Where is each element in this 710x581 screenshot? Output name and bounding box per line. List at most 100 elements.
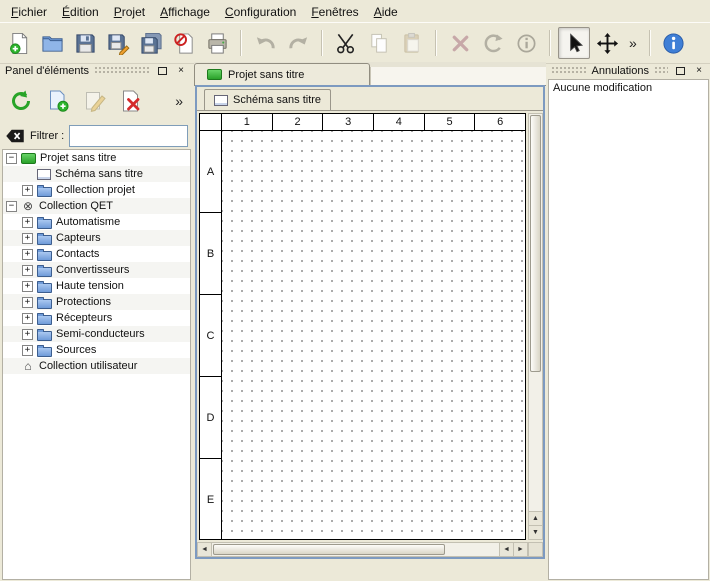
info-icon xyxy=(515,32,538,55)
delete-element-button[interactable] xyxy=(116,85,148,117)
tree-item-semi-conducteurs[interactable]: + Semi-conducteurs xyxy=(3,326,190,342)
undo-list[interactable]: Aucune modification xyxy=(548,79,709,580)
tree-item-sources[interactable]: + Sources xyxy=(3,342,190,358)
undo-dock-titlebar[interactable]: Annulations × xyxy=(548,62,709,79)
column-header: 3 xyxy=(323,114,374,130)
scrollbar-track[interactable] xyxy=(529,373,542,511)
menu-aide[interactable]: Aide xyxy=(367,2,405,21)
expand-icon[interactable]: + xyxy=(22,265,33,276)
open-file-button[interactable] xyxy=(36,27,68,59)
scroll-left-button[interactable]: ◄ xyxy=(198,543,212,556)
dock-title: Annulations xyxy=(592,65,650,77)
new-file-button[interactable] xyxy=(3,27,35,59)
tree-item-schema-sans-titre[interactable]: Schéma sans titre xyxy=(3,166,190,182)
tree-item-projet-sans-titre[interactable]: − Projet sans titre xyxy=(3,150,190,166)
expand-icon[interactable]: + xyxy=(22,281,33,292)
undo-list-item[interactable]: Aucune modification xyxy=(553,82,704,94)
row-header: A xyxy=(200,131,221,213)
delete-button xyxy=(444,27,476,59)
cut-button[interactable] xyxy=(330,27,362,59)
column-ruler: 1 2 3 4 5 6 xyxy=(222,114,525,131)
folder-icon xyxy=(37,299,52,309)
arrow-cursor-icon xyxy=(563,32,586,55)
expand-icon[interactable]: + xyxy=(22,345,33,356)
expand-icon[interactable]: + xyxy=(22,185,33,196)
menu-affichage[interactable]: Affichage xyxy=(153,2,217,21)
diagram-view: 1 2 3 4 5 6 A B C D E xyxy=(197,111,543,557)
menu-edition[interactable]: Édition xyxy=(55,2,106,21)
save-button[interactable] xyxy=(69,27,101,59)
save-all-button[interactable] xyxy=(135,27,167,59)
menu-projet[interactable]: Projet xyxy=(107,2,152,21)
print-button[interactable] xyxy=(201,27,233,59)
open-folder-icon xyxy=(41,32,64,55)
expand-icon[interactable]: + xyxy=(22,313,33,324)
panel-overflow-button[interactable]: » xyxy=(170,93,188,109)
tab-schema-sans-titre[interactable]: Schéma sans titre xyxy=(204,89,331,110)
tree-item-contacts[interactable]: + Contacts xyxy=(3,246,190,262)
element-info-button xyxy=(510,27,542,59)
clear-filter-button[interactable] xyxy=(5,128,25,144)
close-dock-button[interactable]: × xyxy=(692,64,706,77)
dock-handle[interactable] xyxy=(551,66,587,75)
menu-fichier[interactable]: Fichier xyxy=(4,2,54,21)
tree-item-haute-tension[interactable]: + Haute tension xyxy=(3,278,190,294)
expand-icon[interactable]: + xyxy=(22,329,33,340)
tree-item-label: Contacts xyxy=(56,248,99,260)
scroll-up-button[interactable]: ▲ xyxy=(529,511,542,525)
tree-item-capteurs[interactable]: + Capteurs xyxy=(3,230,190,246)
row-ruler: A B C D E xyxy=(200,131,222,539)
float-dock-button[interactable] xyxy=(155,64,169,77)
tree-item-collection-projet[interactable]: + Collection projet xyxy=(3,182,190,198)
expand-icon[interactable]: + xyxy=(22,217,33,228)
scrollbar-thumb[interactable] xyxy=(213,544,445,555)
pan-tool-button[interactable] xyxy=(591,27,623,59)
tree-item-convertisseurs[interactable]: + Convertisseurs xyxy=(3,262,190,278)
filter-input[interactable] xyxy=(69,125,188,147)
tree-item-automatisme[interactable]: + Automatisme xyxy=(3,214,190,230)
menu-fenetres[interactable]: Fenêtres xyxy=(304,2,365,21)
diagram-canvas[interactable] xyxy=(222,131,525,539)
reload-collections-button[interactable] xyxy=(5,85,37,117)
collapse-icon[interactable]: − xyxy=(6,153,17,164)
collapse-icon[interactable]: − xyxy=(6,201,17,212)
scroll-right-button[interactable]: ► xyxy=(513,543,527,556)
horizontal-scrollbar[interactable]: ◄ ◄ ► xyxy=(197,542,528,557)
tree-item-collection-qet[interactable]: − ⊗ Collection QET xyxy=(3,198,190,214)
expand-icon[interactable]: + xyxy=(22,233,33,244)
copy-icon xyxy=(368,32,391,55)
scrollbar-track[interactable] xyxy=(446,543,499,556)
tree-item-protections[interactable]: + Protections xyxy=(3,294,190,310)
edit-pencil-icon xyxy=(83,89,107,113)
float-dock-button[interactable] xyxy=(673,64,687,77)
tree-item-label: Collection projet xyxy=(56,184,135,196)
elements-tree[interactable]: − Projet sans titre Schéma sans titre + … xyxy=(2,149,191,580)
tab-projet-sans-titre[interactable]: Projet sans titre xyxy=(194,63,370,85)
tree-item-recepteurs[interactable]: + Récepteurs xyxy=(3,310,190,326)
about-button[interactable] xyxy=(658,27,690,59)
scroll-down-button[interactable]: ▼ xyxy=(529,525,542,539)
close-file-button[interactable] xyxy=(168,27,200,59)
save-icon xyxy=(74,32,97,55)
elements-panel-titlebar[interactable]: Panel d'éléments × xyxy=(2,62,191,79)
dock-handle[interactable] xyxy=(654,66,668,75)
float-icon xyxy=(158,67,167,75)
scrollbar-thumb[interactable] xyxy=(530,115,541,372)
menu-configuration[interactable]: Configuration xyxy=(218,2,303,21)
expand-icon[interactable]: + xyxy=(22,297,33,308)
folder-icon xyxy=(37,283,52,293)
close-dock-button[interactable]: × xyxy=(174,64,188,77)
new-file-icon xyxy=(8,32,31,55)
scroll-left-button[interactable]: ◄ xyxy=(499,543,513,556)
dock-handle[interactable] xyxy=(94,66,150,75)
vertical-scrollbar[interactable]: ▲ ▼ xyxy=(528,113,543,540)
tree-item-collection-utilisateur[interactable]: ⌂ Collection utilisateur xyxy=(3,358,190,374)
project-tab-label: Projet sans titre xyxy=(228,69,304,81)
expand-icon[interactable]: + xyxy=(22,249,33,260)
folder-icon xyxy=(37,251,52,261)
select-tool-button[interactable] xyxy=(558,27,590,59)
toolbar-separator xyxy=(549,30,551,56)
new-element-button[interactable] xyxy=(42,85,74,117)
toolbar-overflow-button[interactable]: » xyxy=(624,35,642,51)
save-as-button[interactable] xyxy=(102,27,134,59)
